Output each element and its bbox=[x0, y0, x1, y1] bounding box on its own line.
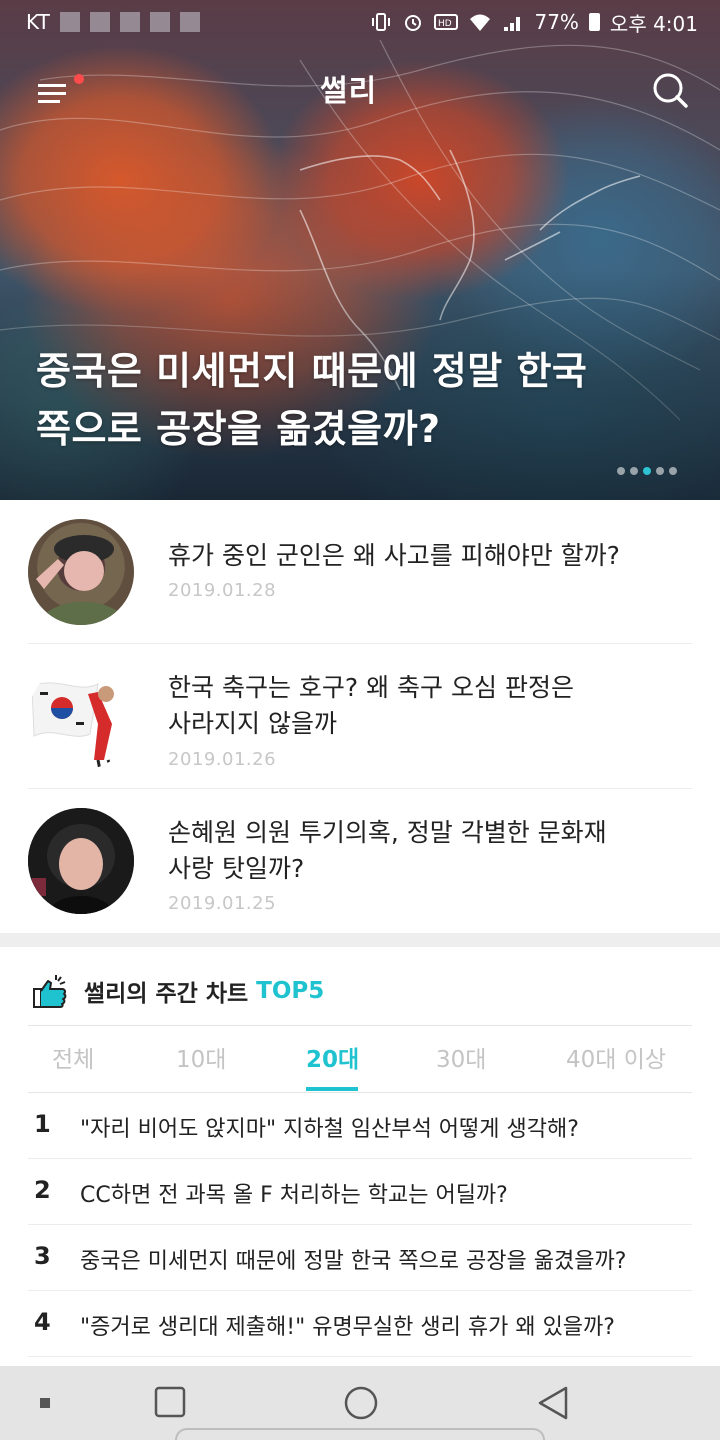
ranking-list: 1 "자리 비어도 앉지마" 지하철 임산부석 어떻게 생각해? 2 CC하면 … bbox=[28, 1093, 692, 1357]
hamburger-menu-icon bbox=[38, 84, 66, 103]
ranking-row[interactable]: 2 CC하면 전 과목 올 F 처리하는 학교는 어딜까? bbox=[28, 1159, 692, 1225]
weekly-chart-title: 썰리의 주간 차트 bbox=[84, 981, 249, 1007]
hd-voice-icon: HD bbox=[434, 14, 459, 30]
status-right: HD 77% 오후 4:01 bbox=[370, 8, 698, 37]
hero-title-line: 중국은 미세먼지 때문에 정말 한국 bbox=[36, 349, 588, 393]
soccer-flag-image bbox=[31, 682, 114, 770]
rank-number: 1 bbox=[34, 1110, 51, 1138]
clock: 오후 4:01 bbox=[609, 11, 698, 36]
rank-number: 3 bbox=[34, 1242, 51, 1270]
tab-30s[interactable]: 30대 bbox=[436, 1040, 486, 1074]
notification-icon bbox=[89, 12, 110, 32]
active-tab-indicator bbox=[306, 1087, 358, 1091]
article-thumbnail-politician bbox=[28, 808, 134, 914]
svg-text:HD: HD bbox=[438, 19, 452, 29]
ranking-row[interactable]: 3 중국은 미세먼지 때문에 정말 한국 쪽으로 공장을 옮겼을까? bbox=[28, 1225, 692, 1291]
article-date: 2019.01.25 bbox=[168, 893, 277, 914]
article-title: 한국 축구는 호구? 왜 축구 오심 판정은 사라지지 않을까 bbox=[168, 670, 688, 742]
article-title-line: 사랑 탓일까? bbox=[168, 854, 305, 883]
tab-all[interactable]: 전체 bbox=[52, 1040, 94, 1074]
app-logo[interactable]: 썰리 bbox=[320, 66, 377, 110]
article-title: 손혜원 의원 투기의혹, 정말 각별한 문화재 사랑 탓일까? bbox=[168, 815, 688, 887]
tab-20s[interactable]: 20대 bbox=[306, 1040, 359, 1074]
article-title: 휴가 중인 군인은 왜 사고를 피해야만 할까? bbox=[168, 538, 688, 574]
rank-title: "증거로 생리대 제출해!" 유명무실한 생리 휴가 왜 있을까? bbox=[80, 1315, 615, 1340]
notification-icon bbox=[149, 12, 170, 32]
article-title-line: 휴가 중인 군인은 왜 사고를 피해야만 할까? bbox=[168, 541, 620, 570]
app-bar: 썰리 bbox=[0, 56, 720, 126]
battery-percent: 77% bbox=[534, 10, 579, 34]
wifi-icon bbox=[470, 14, 491, 31]
tab-10s[interactable]: 10대 bbox=[176, 1040, 226, 1074]
signal-icon bbox=[504, 17, 521, 31]
pager-dot[interactable] bbox=[669, 467, 677, 475]
carousel-pager bbox=[617, 467, 677, 475]
politician-portrait-image bbox=[28, 808, 134, 914]
nav-menu-button[interactable] bbox=[4, 1366, 84, 1440]
scroll-handle bbox=[175, 1428, 545, 1440]
tab-40s-plus[interactable]: 40대 이상 bbox=[566, 1040, 666, 1074]
notification-icon bbox=[179, 12, 200, 32]
rank-number: 2 bbox=[34, 1176, 51, 1204]
article-thumbnail-soccer bbox=[28, 664, 134, 770]
status-left: KT bbox=[26, 10, 200, 34]
article-date: 2019.01.28 bbox=[168, 580, 277, 601]
status-bar: KT HD 77% 오후 4:01 bbox=[0, 0, 720, 44]
notification-icon bbox=[59, 12, 80, 32]
carrier-label: KT bbox=[26, 10, 50, 34]
article-list: 휴가 중인 군인은 왜 사고를 피해야만 할까? 2019.01.28 한국 축… bbox=[0, 500, 720, 933]
pager-dot-active[interactable] bbox=[643, 467, 651, 475]
rank-title: 중국은 미세먼지 때문에 정말 한국 쪽으로 공장을 옮겼을까? bbox=[80, 1249, 627, 1274]
ranking-row[interactable]: 4 "증거로 생리대 제출해!" 유명무실한 생리 휴가 왜 있을까? bbox=[28, 1291, 692, 1357]
rank-title: CC하면 전 과목 올 F 처리하는 학교는 어딜까? bbox=[80, 1183, 508, 1208]
search-icon bbox=[653, 73, 688, 108]
list-item[interactable]: 손혜원 의원 투기의혹, 정말 각별한 문화재 사랑 탓일까? 2019.01.… bbox=[28, 789, 692, 933]
vibrate-icon bbox=[372, 13, 391, 31]
thumbs-up-icon bbox=[33, 975, 67, 1008]
notification-icon bbox=[119, 12, 140, 32]
article-title-line: 한국 축구는 호구? 왜 축구 오심 판정은 bbox=[168, 673, 574, 702]
hero-banner[interactable]: KT HD 77% 오후 4:01 썰리 중국은 미세먼지 때문에 정말 한국 … bbox=[0, 0, 720, 500]
search-button[interactable] bbox=[650, 70, 690, 110]
weekly-chart-accent: TOP5 bbox=[256, 978, 325, 1004]
rank-number: 4 bbox=[34, 1308, 51, 1336]
weekly-chart-header: 썰리의 주간 차트 TOP5 bbox=[30, 966, 324, 1016]
rank-title: "자리 비어도 앉지마" 지하철 임산부석 어떻게 생각해? bbox=[80, 1117, 579, 1142]
article-date: 2019.01.26 bbox=[168, 749, 277, 770]
menu-button[interactable] bbox=[36, 74, 86, 108]
age-tabs: 전체 10대 20대 30대 40대 이상 bbox=[28, 1025, 692, 1093]
ranking-row[interactable]: 1 "자리 비어도 앉지마" 지하철 임산부석 어떻게 생각해? bbox=[28, 1093, 692, 1159]
new-badge-dot bbox=[74, 74, 84, 84]
article-title-line: 손혜원 의원 투기의혹, 정말 각별한 문화재 bbox=[168, 818, 607, 847]
battery-icon bbox=[588, 13, 600, 31]
soldier-image bbox=[28, 519, 134, 625]
pager-dot[interactable] bbox=[630, 467, 638, 475]
article-thumbnail-soldier bbox=[28, 519, 134, 625]
pager-dot[interactable] bbox=[617, 467, 625, 475]
article-title-line: 사라지지 않을까 bbox=[168, 709, 337, 738]
section-divider bbox=[0, 933, 720, 947]
pager-dot[interactable] bbox=[656, 467, 664, 475]
small-square-icon bbox=[40, 1398, 50, 1408]
list-item[interactable]: 휴가 중인 군인은 왜 사고를 피해야만 할까? 2019.01.28 bbox=[28, 500, 692, 644]
hero-title[interactable]: 중국은 미세먼지 때문에 정말 한국 쪽으로 공장을 옮겼을까? bbox=[36, 342, 676, 458]
hero-title-line: 쪽으로 공장을 옮겼을까? bbox=[36, 407, 441, 451]
list-item[interactable]: 한국 축구는 호구? 왜 축구 오심 판정은 사라지지 않을까 2019.01.… bbox=[28, 644, 692, 789]
alarm-icon bbox=[405, 15, 422, 31]
